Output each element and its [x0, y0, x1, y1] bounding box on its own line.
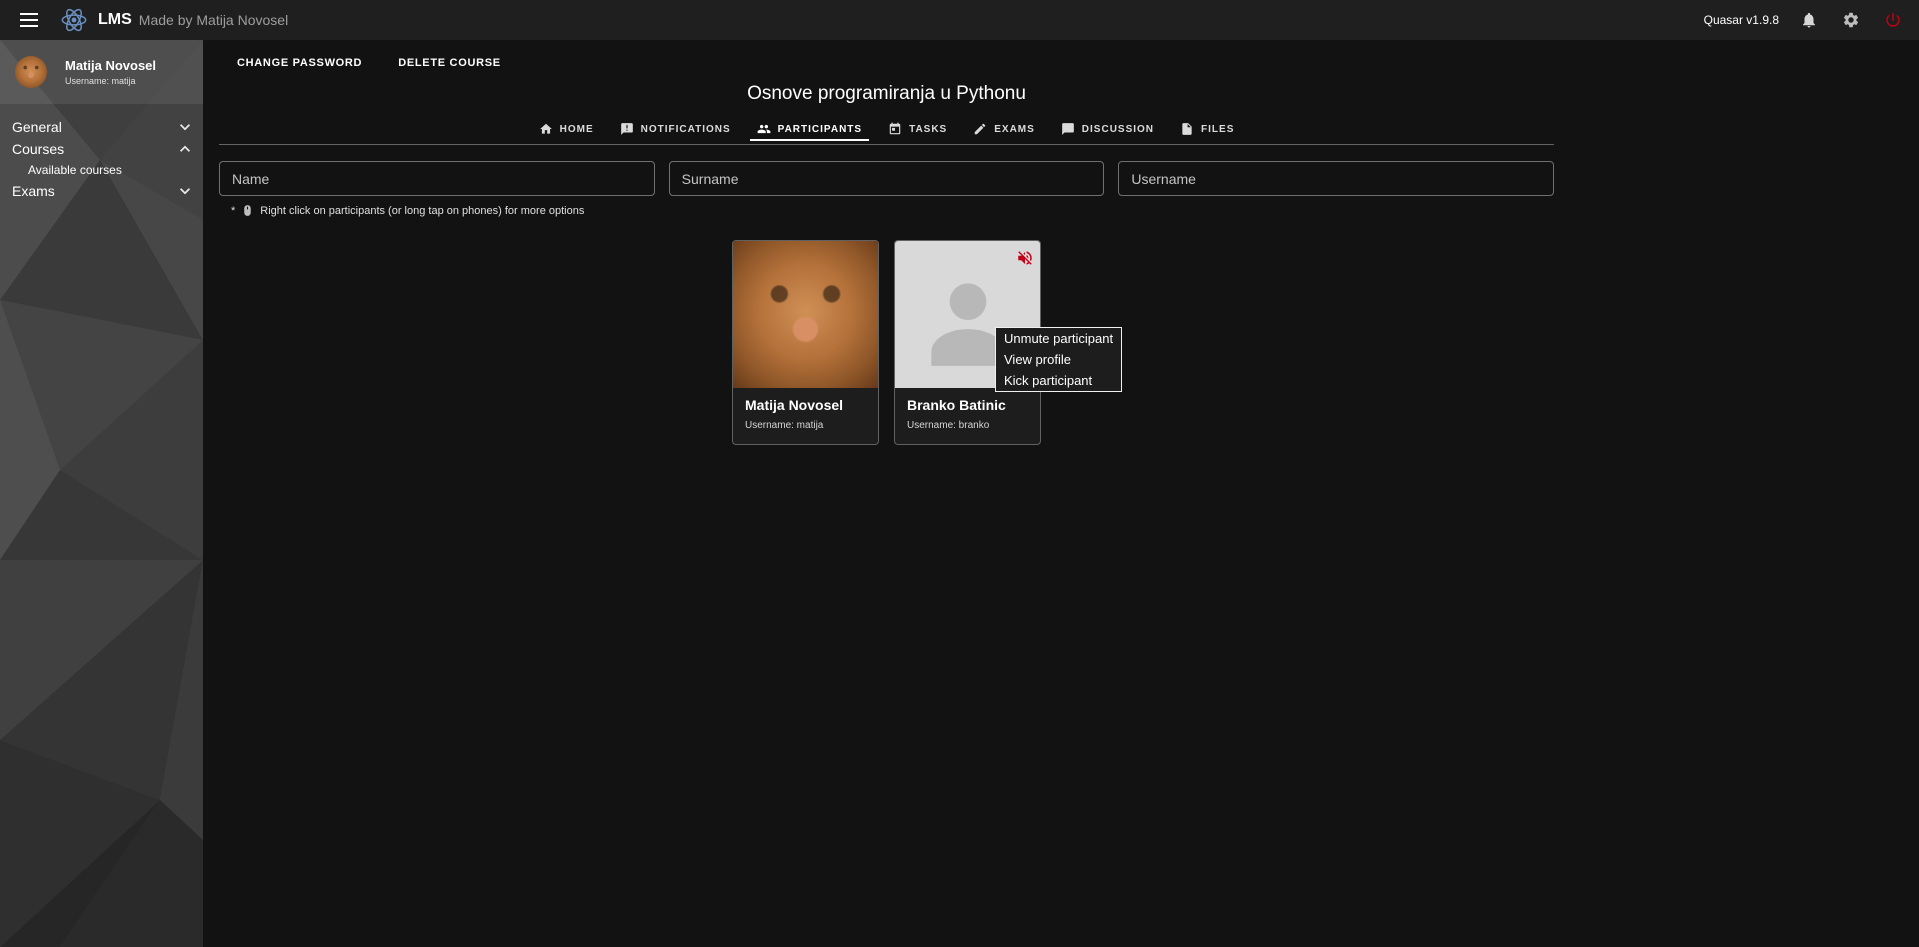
tab-label: TASKS: [909, 123, 948, 135]
gear-icon: [1843, 12, 1859, 28]
course-actions-row: CHANGE PASSWORD DELETE COURSE: [219, 52, 1554, 74]
sidebar-menu: General Courses Available courses Exams: [0, 116, 203, 202]
sidebar-item-courses[interactable]: Courses: [0, 138, 203, 160]
sidebar-item-label: Courses: [12, 141, 65, 157]
participant-filters: [219, 161, 1555, 196]
surname-filter-input[interactable]: [668, 161, 1105, 196]
tab-discussion[interactable]: DISCUSSION: [1048, 114, 1167, 144]
context-menu-item-unmute[interactable]: Unmute participant: [996, 328, 1121, 349]
notifications-bell-button[interactable]: [1797, 8, 1821, 32]
file-icon: [1182, 123, 1192, 135]
calendar-icon: [889, 122, 901, 135]
top-bar: LMS Made by Matija Novosel Quasar v1.9.8: [0, 0, 1919, 40]
course-tabs: HOME NOTIFICATIONS PARTICIPANTS TASKS EX…: [219, 114, 1554, 145]
menu-toggle-button[interactable]: [14, 5, 44, 35]
participant-username: Username: matija: [745, 420, 824, 431]
tab-label: DISCUSSION: [1081, 123, 1155, 135]
sidebar-user-profile[interactable]: Matija Novosel Username: matija: [0, 40, 203, 104]
course-title: Osnove programiranja u Pythonu: [747, 83, 1026, 104]
username-filter-input[interactable]: [1118, 161, 1555, 196]
tab-participants[interactable]: PARTICIPANTS: [744, 114, 875, 144]
tab-files[interactable]: FILES: [1167, 114, 1247, 144]
announcement-icon: [620, 123, 633, 135]
user-name: Matija Novosel: [65, 58, 157, 73]
delete-course-button[interactable]: DELETE COURSE: [386, 52, 513, 74]
user-username: Username: matija: [65, 76, 136, 86]
participant-name: Branko Batinic: [907, 397, 1006, 413]
tab-label: HOME: [559, 123, 594, 135]
chat-bubble-icon: [1061, 123, 1074, 135]
mouse-icon: [244, 205, 252, 216]
chevron-down-icon: [180, 188, 190, 195]
tab-exams[interactable]: EXAMS: [960, 114, 1048, 144]
change-password-button[interactable]: CHANGE PASSWORD: [225, 52, 374, 74]
participant-photo: [733, 241, 878, 388]
participant-context-menu: Unmute participant View profile Kick par…: [995, 327, 1123, 392]
sidebar-item-label: General: [12, 119, 62, 135]
muted-indicator: [1016, 249, 1034, 267]
bell-icon: [1803, 12, 1815, 28]
sidebar-item-available-courses[interactable]: Available courses: [0, 160, 203, 180]
pencil-icon: [974, 123, 986, 135]
power-icon: [1886, 13, 1900, 27]
tab-label: EXAMS: [994, 123, 1035, 135]
tab-label: PARTICIPANTS: [777, 123, 863, 135]
chevron-down-icon: [180, 124, 190, 131]
home-icon: [539, 123, 552, 134]
app-logo-atom-icon: [60, 6, 88, 34]
main-content: CHANGE PASSWORD DELETE COURSE Osnove pro…: [203, 40, 1919, 947]
tab-notifications[interactable]: NOTIFICATIONS: [607, 114, 744, 144]
user-avatar: [15, 56, 47, 88]
context-menu-item-kick[interactable]: Kick participant: [996, 370, 1121, 391]
sidebar: Matija Novosel Username: matija General …: [0, 40, 203, 947]
hint-text: Right click on participants (or long tap…: [260, 204, 585, 217]
hint-asterisk: *: [231, 204, 236, 217]
framework-version-label: Quasar v1.9.8: [1703, 13, 1779, 27]
people-icon: [757, 124, 771, 134]
tab-tasks[interactable]: TASKS: [875, 114, 960, 144]
participant-name: Matija Novosel: [745, 397, 844, 413]
settings-gear-button[interactable]: [1839, 8, 1863, 32]
sidebar-subitem-label: Available courses: [28, 163, 122, 177]
app-name: LMS: [98, 11, 132, 28]
participant-card[interactable]: Matija Novosel Username: matija: [732, 240, 879, 445]
tab-label: NOTIFICATIONS: [640, 123, 731, 135]
tab-home[interactable]: HOME: [526, 114, 607, 144]
app-subtitle: Made by Matija Novosel: [138, 12, 289, 28]
volume-off-icon: [1018, 251, 1032, 265]
context-menu-hint: * Right click on participants (or long t…: [219, 204, 1554, 217]
participant-username: Username: branko: [907, 420, 990, 431]
sidebar-item-label: Exams: [12, 183, 55, 199]
sidebar-item-exams[interactable]: Exams: [0, 180, 203, 202]
sidebar-item-general[interactable]: General: [0, 116, 203, 138]
name-filter-input[interactable]: [219, 161, 655, 196]
chevron-up-icon: [180, 145, 190, 152]
participants-grid: Matija Novosel Username: matija Branko B…: [219, 240, 1554, 445]
logout-power-button[interactable]: [1881, 8, 1905, 32]
context-menu-item-view-profile[interactable]: View profile: [996, 349, 1121, 370]
tab-label: FILES: [1201, 123, 1235, 135]
